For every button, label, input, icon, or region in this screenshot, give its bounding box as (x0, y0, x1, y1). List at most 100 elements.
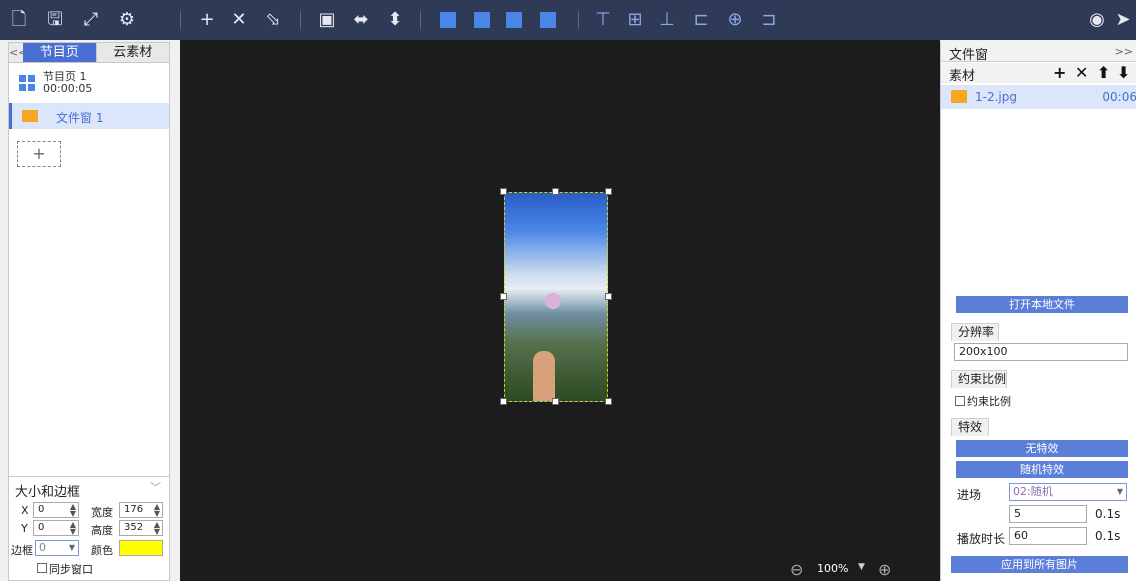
aspect-ratio-checkbox[interactable] (955, 396, 965, 406)
zoom-level[interactable]: 100% (817, 562, 848, 575)
color-label: 颜色 (91, 544, 113, 557)
toolbar-separator (300, 11, 301, 29)
apply-all-images-button[interactable]: 应用到所有图片 (951, 556, 1128, 573)
border-label: 边框 (11, 544, 33, 557)
material-header: 素材 + ✕ ⬆ ⬇ (941, 63, 1136, 84)
entry-effect-select[interactable]: 02:随机 ▼ (1009, 483, 1127, 501)
settings-icon[interactable]: ⚙ (116, 9, 138, 31)
width-label: 宽度 (91, 506, 113, 519)
aspect-ratio-tab[interactable]: 约束比例 (951, 370, 1007, 388)
stretch-horizontal-icon[interactable]: ⬌ (350, 9, 372, 31)
file-window-title: 文件窗 (949, 48, 989, 63)
delete-icon[interactable]: ✕ (228, 9, 250, 31)
program-item[interactable]: 节目页 1 00:00:05 (9, 69, 169, 103)
color-swatch[interactable] (119, 540, 163, 556)
no-effect-button[interactable]: 无特效 (956, 440, 1128, 457)
file-window-item[interactable]: 文件窗 1 (9, 103, 169, 129)
move-up-icon[interactable]: ⬆ (1097, 64, 1110, 82)
align-top-icon[interactable]: ⊤ (592, 9, 614, 31)
resize-handle-top-left[interactable] (500, 188, 507, 195)
chevron-down-icon[interactable]: ﹀ (150, 479, 161, 495)
material-list-item[interactable]: 1-2.jpg 00:06 (941, 85, 1136, 109)
play-duration-label: 播放时长 (957, 532, 1006, 546)
left-panel: << 节目页 云素材 节目页 1 00:00:05 文件窗 1 + 大小和边框 … (8, 42, 170, 581)
border-select[interactable]: 0 ▼ (35, 540, 79, 556)
entry-speed-input[interactable]: 5 (1009, 505, 1087, 523)
align-left-icon[interactable]: ⊏ (690, 9, 712, 31)
tab-program[interactable]: 节目页 (23, 43, 96, 62)
toolbar-separator (578, 11, 579, 29)
resolution-tab[interactable]: 分辨率 (951, 323, 999, 341)
resize-handle-top[interactable] (552, 188, 559, 195)
new-file-icon[interactable]: 🗋 (8, 9, 30, 31)
tab-cloud-material[interactable]: 云素材 (95, 43, 169, 62)
entry-label: 进场 (957, 488, 982, 502)
material-duration: 00:06 (1102, 90, 1136, 104)
delete-material-icon[interactable]: ✕ (1075, 64, 1088, 82)
x-label: X (21, 504, 29, 517)
zoom-out-icon[interactable]: ⊖ (790, 560, 803, 579)
resize-handle-bottom[interactable] (552, 398, 559, 405)
left-tabs: << 节目页 云素材 (9, 43, 169, 63)
effects-tab[interactable]: 特效 (951, 418, 989, 436)
align-right-icon[interactable]: ⊐ (758, 9, 780, 31)
right-panel: 文件窗 >> 素材 + ✕ ⬆ ⬇ 1-2.jpg 00:06 打开本地文件 分… (940, 42, 1136, 581)
flower-image-detail (545, 293, 561, 309)
stretch-vertical-icon[interactable]: ⬍ (384, 9, 406, 31)
layer-bring-front-icon[interactable] (440, 12, 456, 28)
material-title: 素材 (949, 69, 976, 84)
zoom-dropdown-icon[interactable]: ▼ (858, 562, 865, 572)
height-input[interactable]: 352 ▲ ▼ (119, 520, 163, 536)
layer-send-back-icon[interactable] (540, 12, 556, 28)
width-input[interactable]: 176 ▲ ▼ (119, 502, 163, 518)
material-file-name: 1-2.jpg (975, 90, 1017, 104)
resize-handle-bottom-left[interactable] (500, 398, 507, 405)
random-effect-button[interactable]: 随机特效 (956, 461, 1128, 478)
resize-icon[interactable]: ⤢ (80, 9, 102, 31)
align-middle-icon[interactable]: ⊞ (624, 9, 646, 31)
align-center-icon[interactable]: ⊕ (724, 9, 746, 31)
preview-icon[interactable]: ◉ (1086, 9, 1108, 31)
add-window-button[interactable]: + (17, 141, 61, 167)
fit-icon[interactable]: ▣ (316, 9, 338, 31)
x-input[interactable]: 0 ▲ ▼ (33, 502, 79, 518)
play-duration-input[interactable]: 60 (1009, 527, 1087, 545)
align-bottom-icon[interactable]: ⊥ (656, 9, 678, 31)
program-icon (19, 75, 35, 91)
collapse-icon[interactable]: << (9, 43, 27, 62)
hand-image-detail (533, 351, 555, 401)
entry-speed-unit: 0.1s (1095, 507, 1121, 521)
layer-send-backward-icon[interactable] (506, 12, 522, 28)
file-window-header: 文件窗 >> (941, 42, 1136, 63)
y-input[interactable]: 0 ▲ ▼ (33, 520, 79, 536)
layer-bring-forward-icon[interactable] (474, 12, 490, 28)
move-down-icon[interactable]: ⬇ (1117, 64, 1130, 82)
aspect-ratio-label: 约束比例 (967, 395, 1011, 408)
y-label: Y (21, 522, 28, 535)
resize-handle-left[interactable] (500, 293, 507, 300)
editing-canvas[interactable]: ⊖ 100% ▼ ⊕ (180, 40, 940, 581)
folder-icon (22, 110, 38, 122)
add-material-icon[interactable]: + (1053, 64, 1066, 82)
resize-handle-top-right[interactable] (605, 188, 612, 195)
add-icon[interactable]: + (196, 9, 218, 31)
image-window[interactable] (504, 192, 608, 402)
expand-icon[interactable]: >> (1115, 45, 1133, 58)
sync-window-checkbox[interactable] (37, 563, 47, 573)
resize-handle-bottom-right[interactable] (605, 398, 612, 405)
toolbar-separator (420, 11, 421, 29)
file-window-label: 文件窗 1 (56, 111, 104, 125)
send-icon[interactable]: ➤ (1112, 9, 1134, 31)
zoom-in-icon[interactable]: ⊕ (878, 560, 891, 579)
size-panel-title: 大小和边框 (15, 485, 81, 500)
save-icon[interactable]: 🖫 (44, 9, 66, 31)
resize-handle-right[interactable] (605, 293, 612, 300)
size-border-panel: 大小和边框 ﹀ X 0 ▲ ▼ Y 0 ▲ ▼ 宽度 176 ▲ ▼ 高度 352 ▲ ▼ 边框… (9, 476, 169, 580)
image-file-icon (951, 90, 967, 103)
sync-window-label: 同步窗口 (49, 563, 93, 576)
resolution-input[interactable]: 200x100 (954, 343, 1128, 361)
select-icon[interactable]: ⬂ (262, 9, 284, 31)
open-local-file-button[interactable]: 打开本地文件 (956, 296, 1128, 313)
top-toolbar: 🗋 🖫 ⤢ ⚙ + ✕ ⬂ ▣ ⬌ ⬍ ⊤ ⊞ ⊥ ⊏ ⊕ ⊐ ◉ ➤ (0, 0, 1136, 40)
play-duration-unit: 0.1s (1095, 529, 1121, 543)
